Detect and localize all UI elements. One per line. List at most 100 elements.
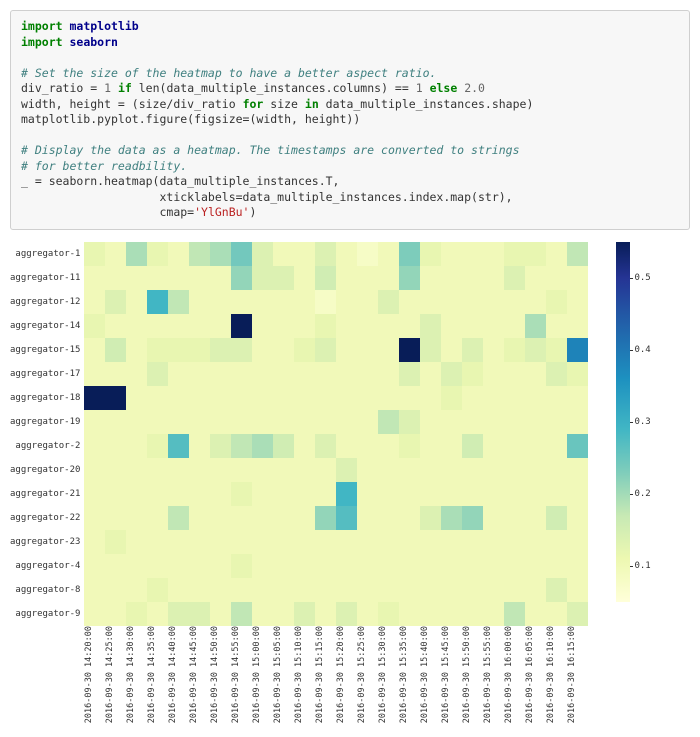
heatmap-cell xyxy=(441,386,462,410)
heatmap-cell xyxy=(294,434,315,458)
heatmap-cell xyxy=(294,410,315,434)
x-tick-label: 2016-09-30 14:40:00 xyxy=(168,626,189,727)
heatmap-cell xyxy=(567,314,588,338)
heatmap-cell xyxy=(420,530,441,554)
heatmap-cell xyxy=(378,410,399,434)
colorbar-tick: 0.5 xyxy=(634,273,650,283)
heatmap-cell xyxy=(546,386,567,410)
y-tick-label: aggregator-12 xyxy=(10,290,80,314)
heatmap-cell xyxy=(441,242,462,266)
heatmap-cell xyxy=(273,578,294,602)
y-tick-label: aggregator-1 xyxy=(10,242,80,266)
heatmap-cell xyxy=(189,410,210,434)
heatmap-cell xyxy=(105,506,126,530)
heatmap-cell xyxy=(189,554,210,578)
heatmap-cell xyxy=(420,266,441,290)
x-tick-label: 2016-09-30 15:00:00 xyxy=(252,626,273,727)
heatmap-cell xyxy=(273,506,294,530)
heatmap-cell xyxy=(399,290,420,314)
y-tick-label: aggregator-11 xyxy=(10,266,80,290)
heatmap-cell xyxy=(252,482,273,506)
heatmap-cell xyxy=(399,362,420,386)
heatmap-cell xyxy=(483,530,504,554)
heatmap-cell xyxy=(315,410,336,434)
heatmap-cell xyxy=(252,410,273,434)
heatmap-cell xyxy=(126,410,147,434)
heatmap-cell xyxy=(126,242,147,266)
heatmap-cell xyxy=(126,506,147,530)
heatmap-cell xyxy=(357,506,378,530)
heatmap-cell xyxy=(567,290,588,314)
heatmap-cell xyxy=(483,410,504,434)
heatmap-cell xyxy=(567,242,588,266)
heatmap-cell xyxy=(525,410,546,434)
mod-seaborn: seaborn xyxy=(69,35,117,49)
heatmap-cell xyxy=(294,242,315,266)
heatmap-cell xyxy=(189,362,210,386)
heatmap-cell xyxy=(462,434,483,458)
heatmap-cell xyxy=(504,578,525,602)
y-tick-label: aggregator-21 xyxy=(10,482,80,506)
heatmap-cell xyxy=(399,338,420,362)
heatmap-cell xyxy=(210,434,231,458)
heatmap-cell xyxy=(336,314,357,338)
heatmap-cell xyxy=(441,554,462,578)
heatmap-cell xyxy=(504,554,525,578)
heatmap-cell xyxy=(546,482,567,506)
heatmap-cell xyxy=(567,554,588,578)
heatmap-cell xyxy=(399,434,420,458)
heatmap-cell xyxy=(504,362,525,386)
heatmap-cell xyxy=(504,458,525,482)
heatmap-cell xyxy=(567,386,588,410)
y-tick-label: aggregator-22 xyxy=(10,506,80,530)
heatmap-cell xyxy=(252,242,273,266)
heatmap-cell xyxy=(567,362,588,386)
heatmap-cell xyxy=(462,578,483,602)
heatmap-cell xyxy=(168,266,189,290)
heatmap-cell xyxy=(525,578,546,602)
heatmap-cell xyxy=(378,530,399,554)
heatmap-cell xyxy=(336,266,357,290)
heatmap-cell xyxy=(315,434,336,458)
code-text: div_ratio = xyxy=(21,81,104,95)
heatmap-cell xyxy=(336,290,357,314)
comment: # for better readbility. xyxy=(21,159,187,173)
heatmap-cell xyxy=(252,554,273,578)
heatmap-cell xyxy=(462,482,483,506)
heatmap-cell xyxy=(378,386,399,410)
heatmap-cell xyxy=(105,266,126,290)
heatmap-cell xyxy=(483,314,504,338)
heatmap-cell xyxy=(399,530,420,554)
heatmap-cell xyxy=(441,314,462,338)
kw-import: import xyxy=(21,35,63,49)
heatmap-cell xyxy=(336,410,357,434)
heatmap-cell xyxy=(378,338,399,362)
code-text: data_multiple_instances.shape) xyxy=(319,97,534,111)
colorbar-gradient xyxy=(616,242,630,602)
y-tick-label: aggregator-20 xyxy=(10,458,80,482)
heatmap-cell xyxy=(483,458,504,482)
heatmap-cell xyxy=(273,530,294,554)
heatmap-cell xyxy=(168,242,189,266)
x-tick-label: 2016-09-30 16:10:00 xyxy=(546,626,567,727)
mod-matplotlib: matplotlib xyxy=(69,19,138,33)
heatmap-cell xyxy=(567,506,588,530)
heatmap-cell xyxy=(84,458,105,482)
heatmap-cell xyxy=(273,314,294,338)
heatmap-cell xyxy=(210,338,231,362)
heatmap-cell xyxy=(546,410,567,434)
heatmap-cell xyxy=(168,578,189,602)
heatmap-cell xyxy=(399,554,420,578)
code-text: _ = seaborn.heatmap(data_multiple_instan… xyxy=(21,174,340,188)
colorbar-tick: 0.3 xyxy=(634,417,650,427)
heatmap-cell xyxy=(147,290,168,314)
heatmap-cell xyxy=(315,482,336,506)
kw-if: if xyxy=(111,81,139,95)
heatmap-cell xyxy=(504,338,525,362)
x-tick-label: 2016-09-30 14:55:00 xyxy=(231,626,252,727)
heatmap-cell xyxy=(462,266,483,290)
heatmap-cell xyxy=(336,386,357,410)
num: 2.0 xyxy=(464,81,485,95)
heatmap-cell xyxy=(441,602,462,626)
heatmap-cell xyxy=(189,458,210,482)
